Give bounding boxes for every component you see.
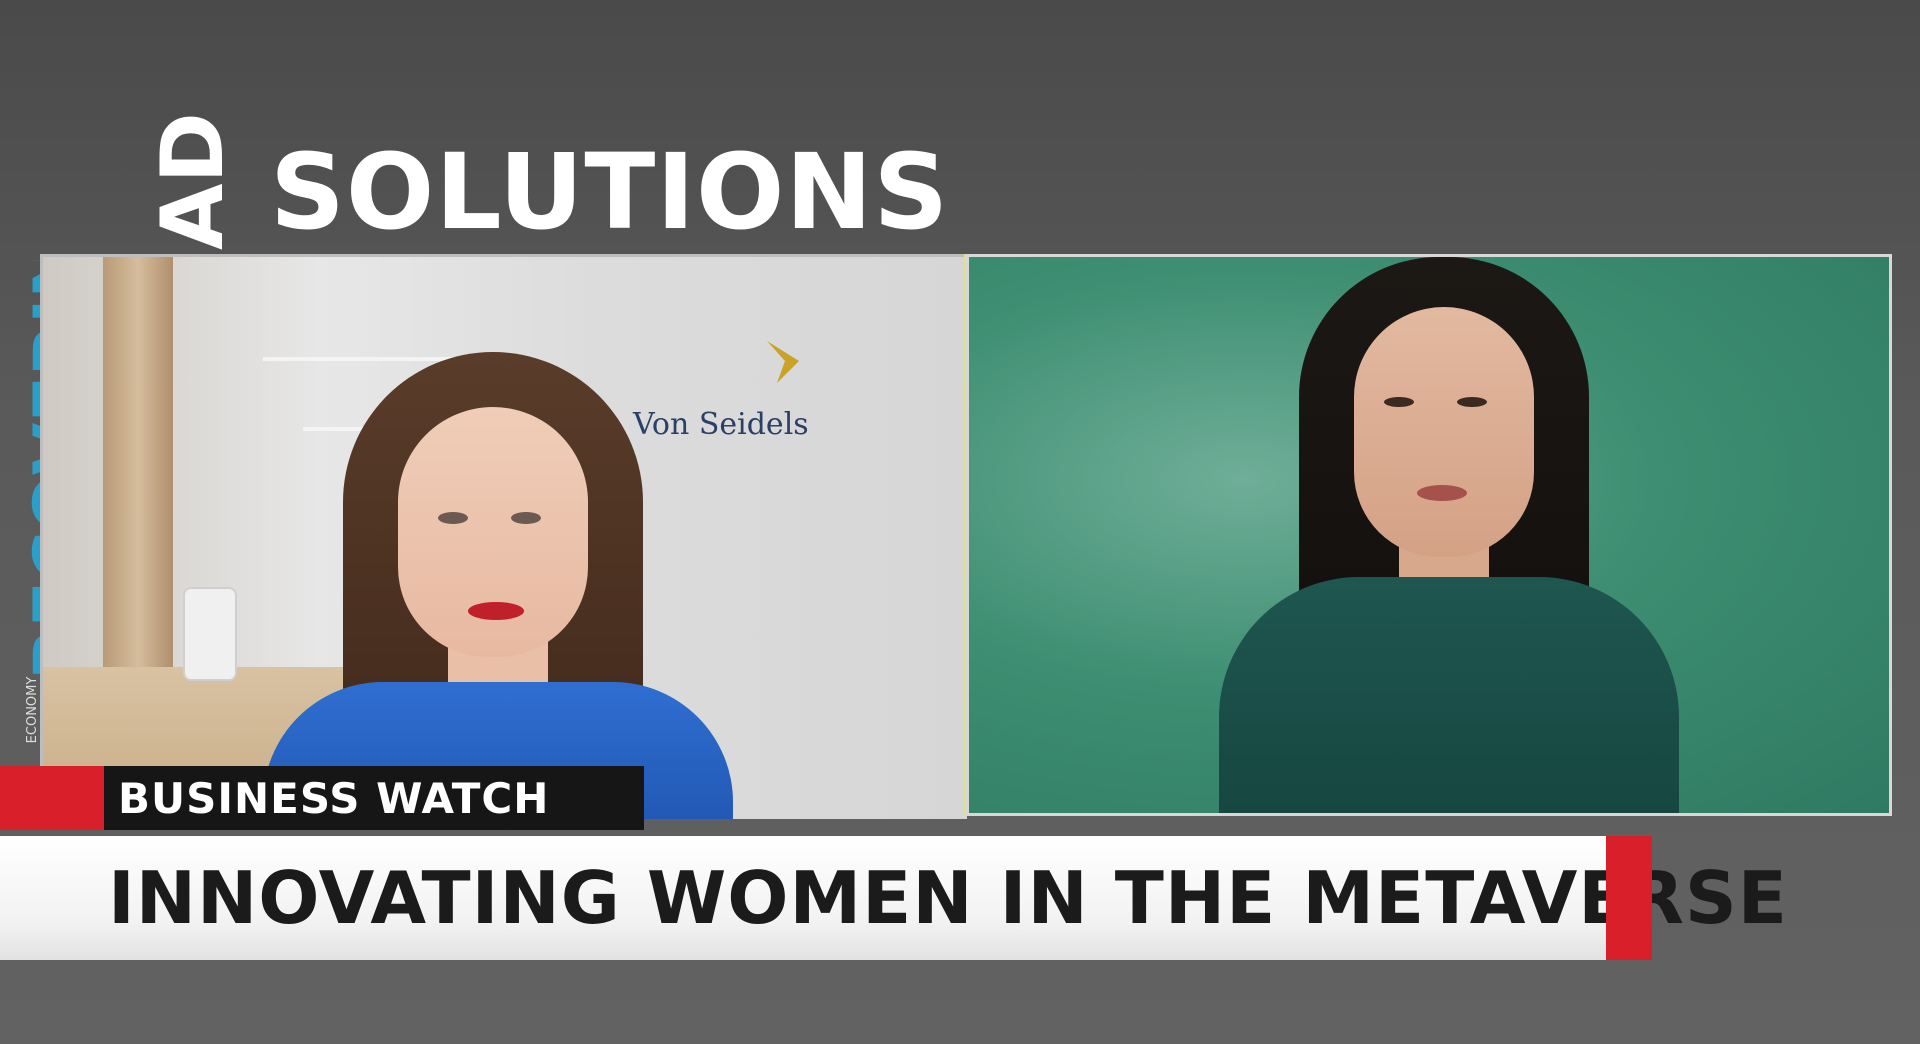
green-shirt: [1219, 577, 1679, 813]
headline-accent-bar: [1606, 836, 1652, 960]
segment-accent-bar: [0, 766, 104, 830]
background-solutions-text: SOLUTIONS: [270, 131, 950, 253]
headline-bar: INNOVATING WOMEN IN THE METAVERSE: [0, 836, 1787, 960]
background-ad-text: AD: [143, 112, 243, 250]
segment-label-box: BUSINESS WATCH: [104, 766, 644, 830]
ceiling-light: [263, 357, 463, 361]
left-video-pane: Von Seidels: [40, 254, 967, 819]
chevron-logo-icon: [767, 341, 799, 383]
headline-text: INNOVATING WOMEN IN THE METAVERSE: [108, 856, 1788, 940]
office-chair: [183, 587, 237, 681]
right-video-pane: [966, 254, 1892, 816]
logo-text: Von Seidels: [633, 407, 809, 442]
guest-face: [1354, 307, 1534, 557]
segment-label: BUSINESS WATCH: [118, 773, 550, 823]
